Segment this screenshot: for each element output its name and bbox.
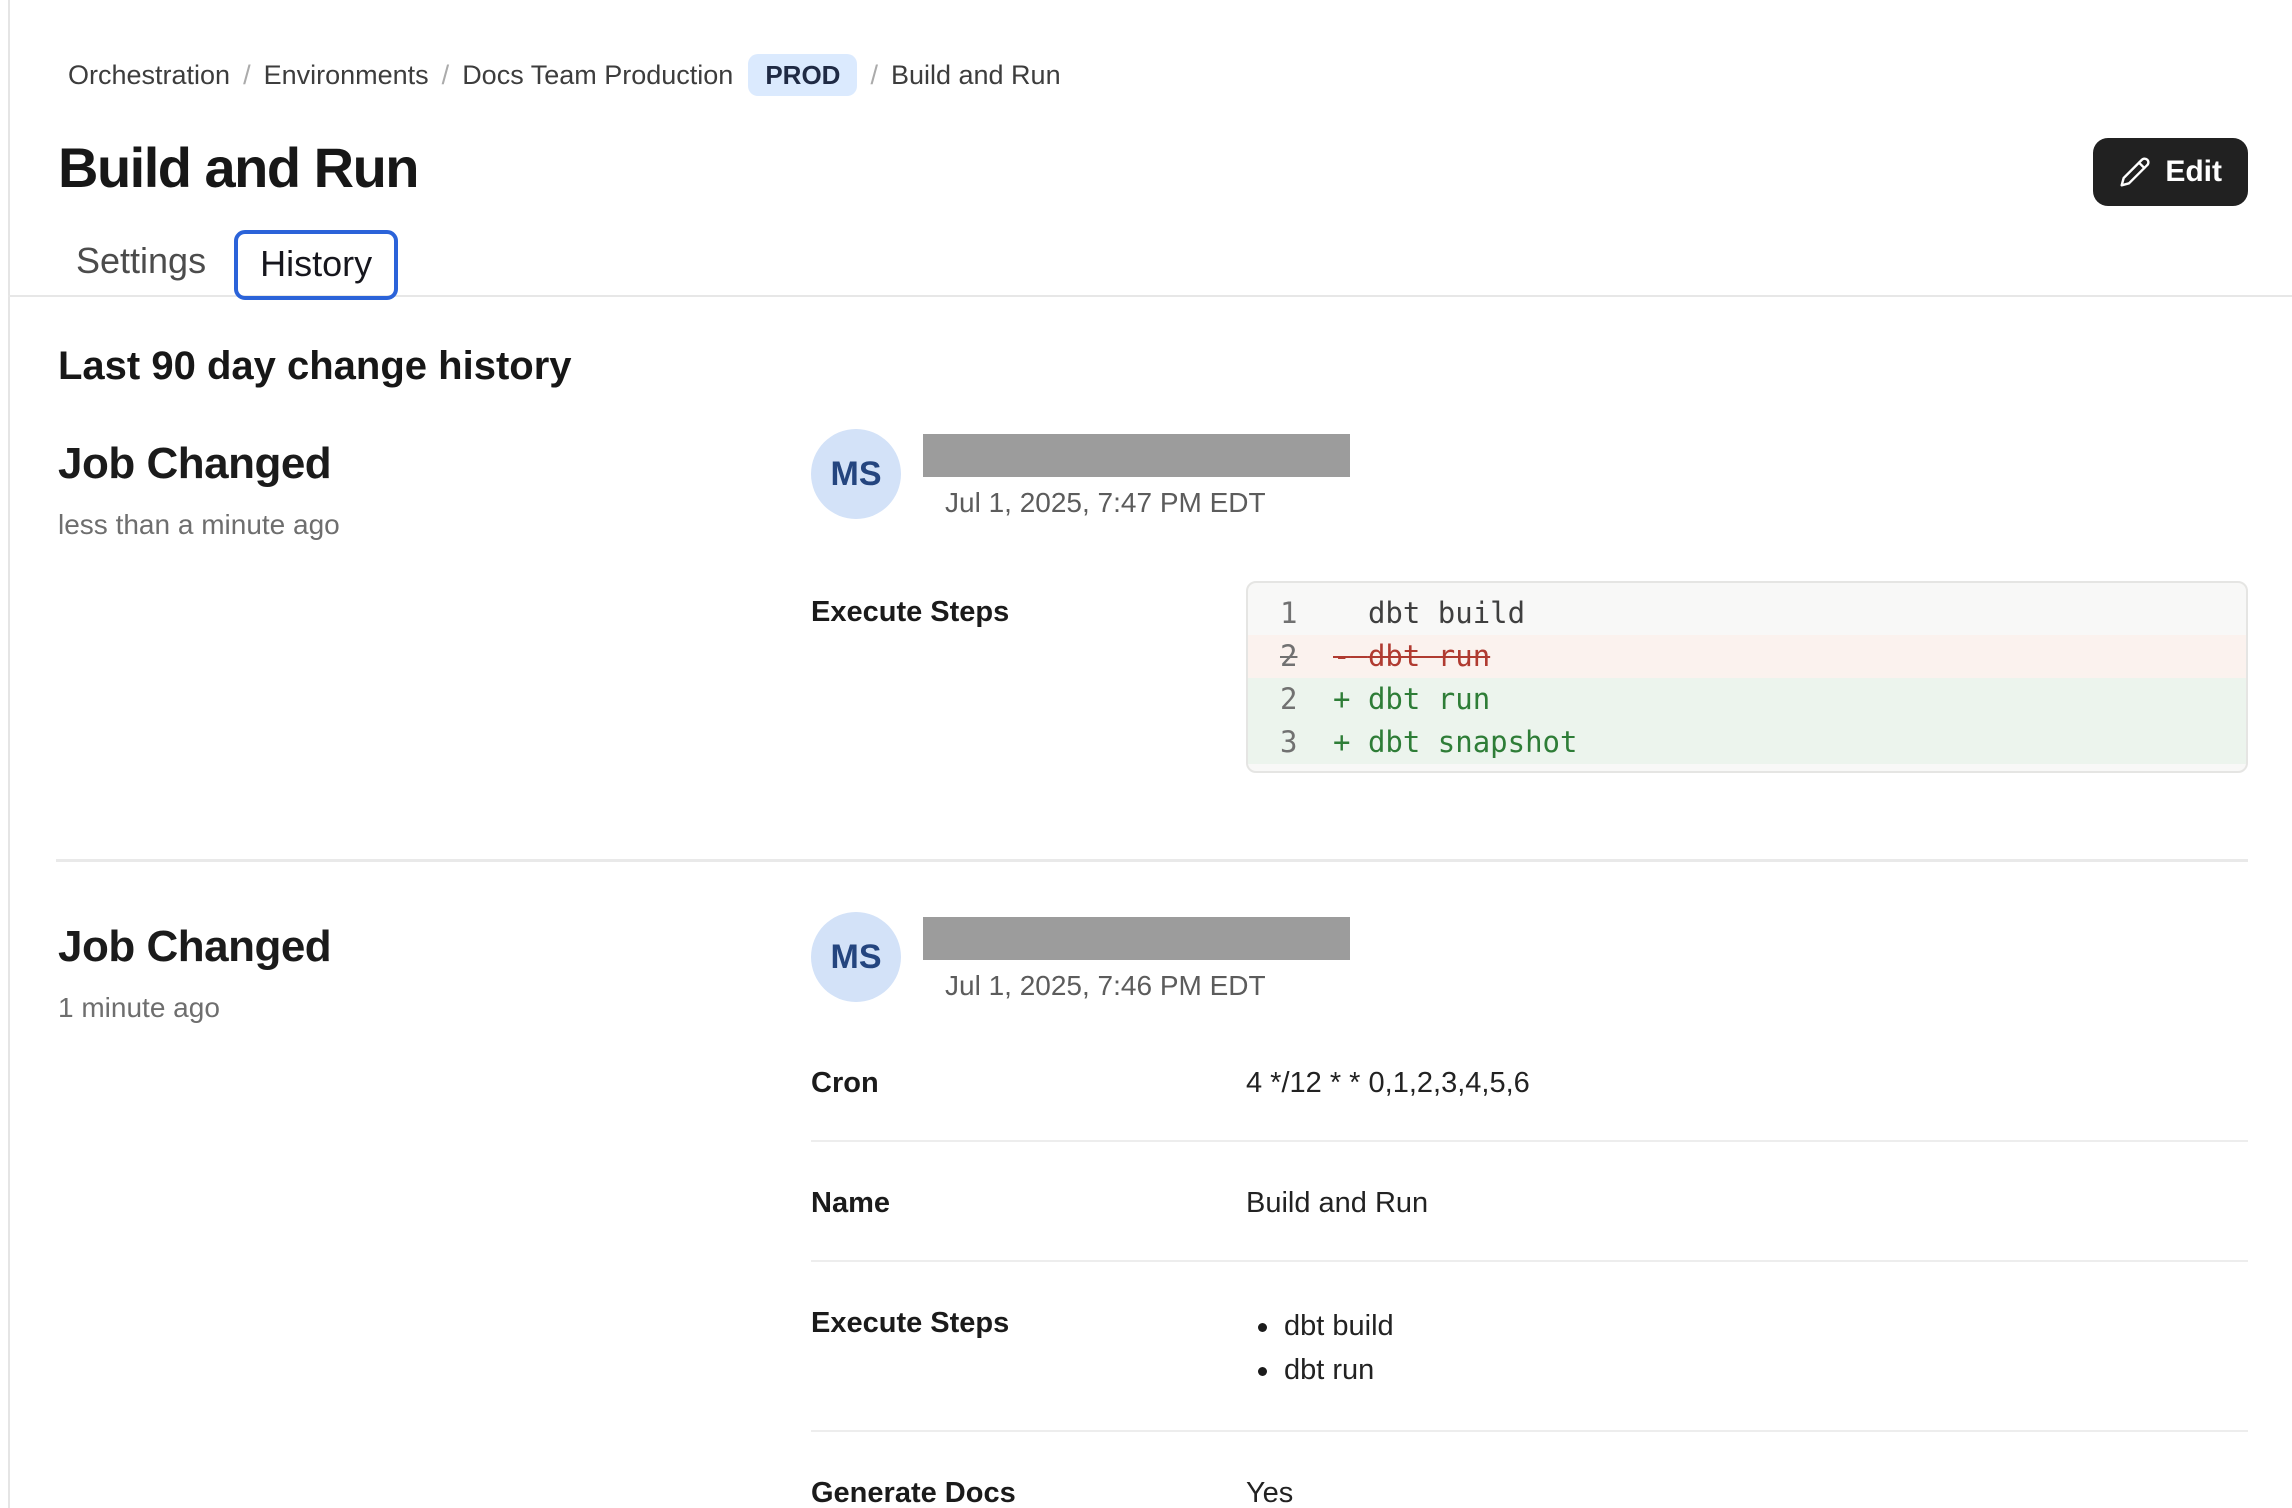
entry-summary: Job Changed 1 minute ago: [58, 922, 811, 1508]
breadcrumb-environment-name[interactable]: Docs Team Production: [462, 60, 733, 91]
diff-line-added: 3+ dbt snapshot: [1248, 721, 2246, 764]
entry-detail: MS Jul 1, 2025, 7:47 PM EDT Execute Step…: [811, 439, 2248, 773]
author-row: MS Jul 1, 2025, 7:47 PM EDT: [811, 429, 2248, 519]
execute-step-item: dbt run: [1246, 1348, 2248, 1392]
field-row-execute-steps: Execute Steps dbt build dbt run: [811, 1262, 2248, 1432]
edit-button-label: Edit: [2165, 155, 2222, 189]
edit-button[interactable]: Edit: [2093, 138, 2248, 206]
pencil-icon: [2119, 156, 2151, 188]
diff-line-removed: 2- dbt run: [1248, 635, 2246, 678]
field-label: Execute Steps: [811, 1304, 1246, 1392]
changed-fields: Cron 4 */12 * * 0,1,2,3,4,5,6 Name Build…: [811, 1064, 2248, 1508]
entry-timestamp: Jul 1, 2025, 7:46 PM EDT: [945, 970, 1350, 1002]
history-entry: Job Changed 1 minute ago MS Jul 1, 2025,…: [58, 922, 2248, 1508]
job-history-page: Orchestration / Environments / Docs Team…: [0, 0, 2292, 1508]
breadcrumb: Orchestration / Environments / Docs Team…: [68, 52, 2248, 98]
field-value: 4 */12 * * 0,1,2,3,4,5,6: [1246, 1064, 2248, 1102]
entry-event-title: Job Changed: [58, 922, 811, 972]
breadcrumb-separator: /: [870, 60, 878, 91]
entry-timestamp: Jul 1, 2025, 7:47 PM EDT: [945, 487, 1350, 519]
avatar: MS: [811, 429, 901, 519]
field-label: Execute Steps: [811, 581, 1246, 773]
diff-line-added: 2+ dbt run: [1248, 678, 2246, 721]
tab-bar: Settings History: [8, 230, 2292, 297]
breadcrumb-environments[interactable]: Environments: [264, 60, 429, 91]
field-row-generate-docs: Generate Docs Yes: [811, 1432, 2248, 1508]
title-row: Build and Run Edit: [58, 136, 2248, 206]
execute-steps-change: Execute Steps 1 dbt build 2- dbt run 2+ …: [811, 581, 2248, 773]
execute-steps-list: dbt build dbt run: [1246, 1304, 2248, 1392]
field-value: Build and Run: [1246, 1184, 2248, 1222]
entry-relative-time: 1 minute ago: [58, 992, 811, 1024]
history-entry: Job Changed less than a minute ago MS Ju…: [58, 439, 2248, 773]
field-value: Yes: [1246, 1474, 2248, 1508]
author-meta: Jul 1, 2025, 7:46 PM EDT: [923, 912, 1350, 1002]
entry-divider: [56, 859, 2248, 862]
field-label: Cron: [811, 1064, 1246, 1102]
author-row: MS Jul 1, 2025, 7:46 PM EDT: [811, 912, 2248, 1002]
breadcrumb-separator: /: [243, 60, 251, 91]
tab-history[interactable]: History: [234, 230, 398, 300]
field-value: dbt build dbt run: [1246, 1304, 2248, 1392]
redacted-username-bar: [923, 434, 1350, 477]
diff-line-context: 1 dbt build: [1248, 592, 2246, 635]
field-row-name: Name Build and Run: [811, 1142, 2248, 1262]
field-label: Generate Docs: [811, 1474, 1246, 1508]
page-title: Build and Run: [58, 136, 418, 200]
author-meta: Jul 1, 2025, 7:47 PM EDT: [923, 429, 1350, 519]
main-panel: Orchestration / Environments / Docs Team…: [8, 0, 2292, 1508]
avatar: MS: [811, 912, 901, 1002]
field-row-cron: Cron 4 */12 * * 0,1,2,3,4,5,6: [811, 1064, 2248, 1142]
redacted-username-bar: [923, 917, 1350, 960]
tab-settings[interactable]: Settings: [52, 230, 230, 292]
entry-relative-time: less than a minute ago: [58, 509, 811, 541]
entry-summary: Job Changed less than a minute ago: [58, 439, 811, 773]
section-heading: Last 90 day change history: [58, 343, 2248, 389]
execute-step-item: dbt build: [1246, 1304, 2248, 1348]
breadcrumb-current-job: Build and Run: [891, 60, 1061, 91]
field-label: Name: [811, 1184, 1246, 1222]
prod-environment-badge: PROD: [748, 54, 857, 96]
breadcrumb-orchestration[interactable]: Orchestration: [68, 60, 230, 91]
breadcrumb-separator: /: [442, 60, 450, 91]
entry-detail: MS Jul 1, 2025, 7:46 PM EDT Cron 4 */12 …: [811, 922, 2248, 1508]
execute-steps-diff: 1 dbt build 2- dbt run 2+ dbt run 3+ dbt…: [1246, 581, 2248, 773]
entry-event-title: Job Changed: [58, 439, 811, 489]
